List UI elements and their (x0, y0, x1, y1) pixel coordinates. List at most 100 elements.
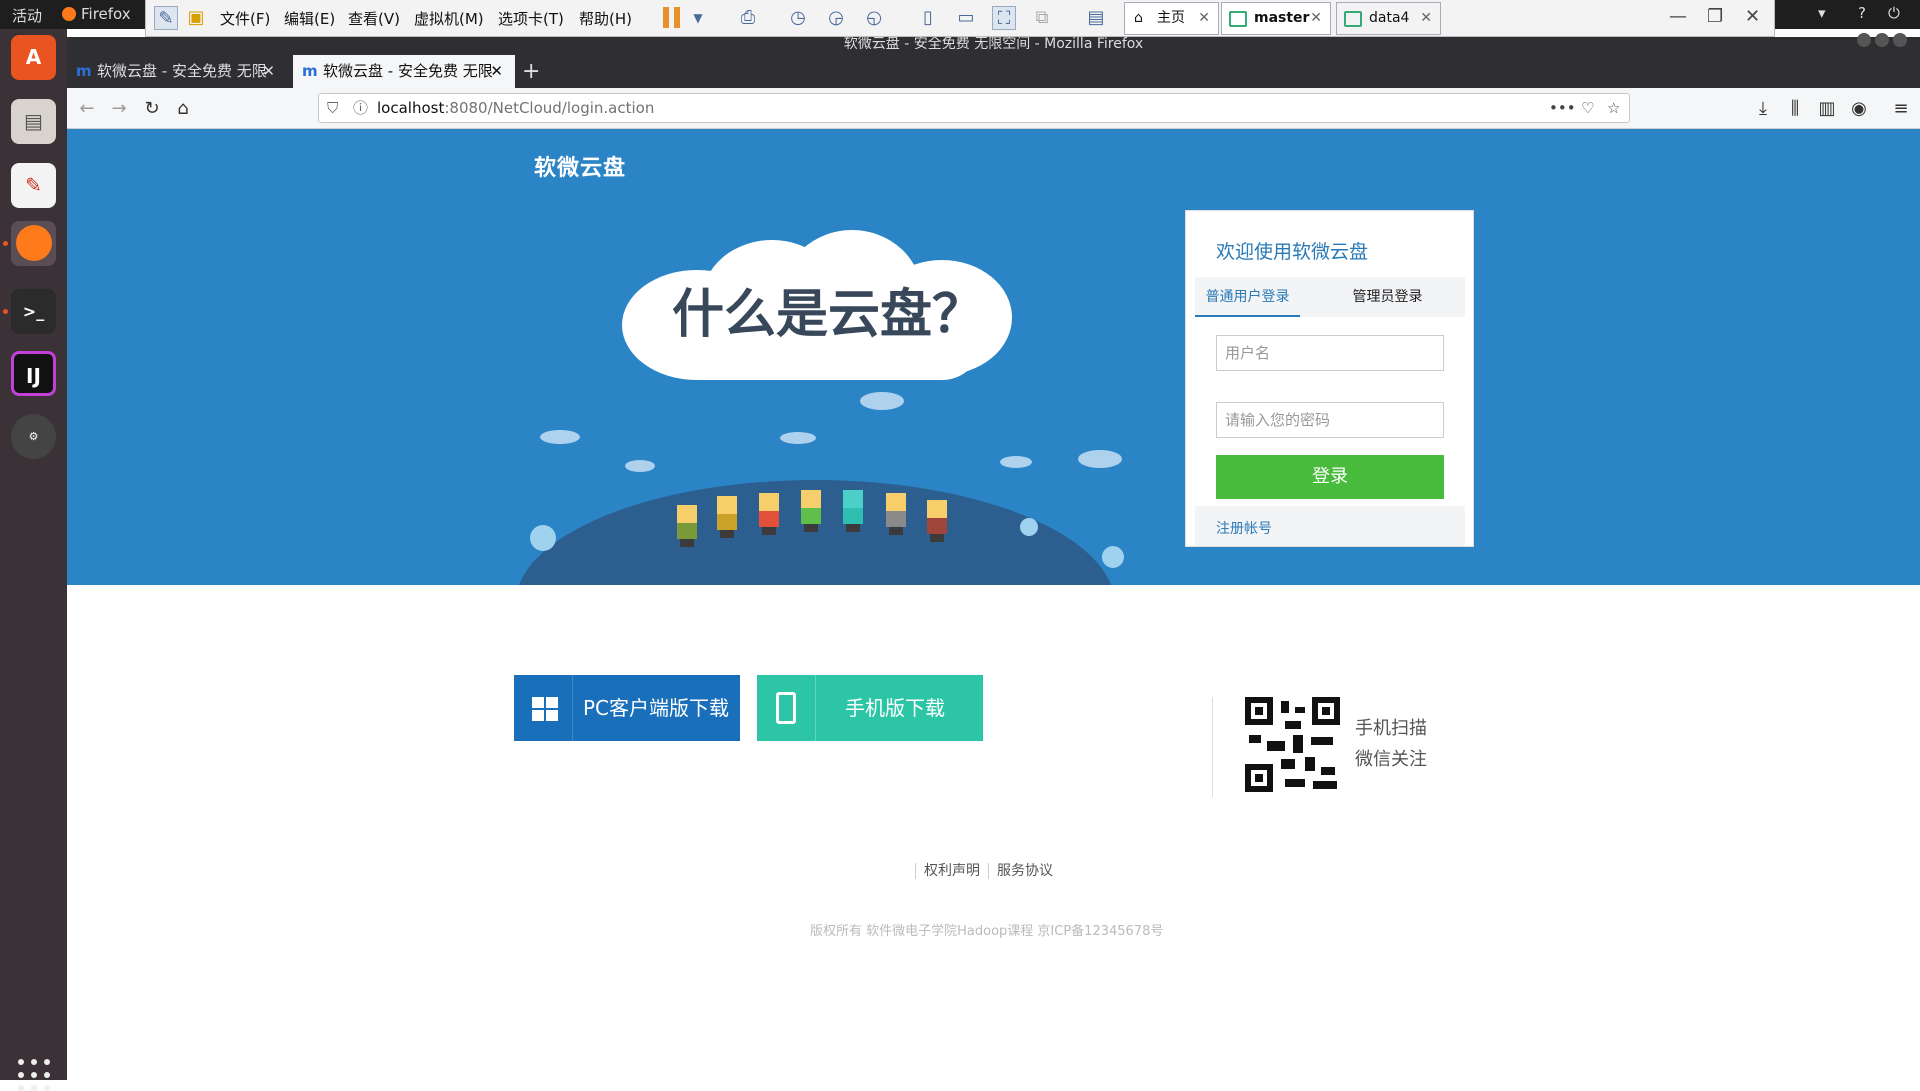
menu-tabs[interactable]: 选项卡(T) (498, 8, 564, 29)
firefox-icon (62, 7, 76, 21)
close-tab-icon[interactable]: ✕ (262, 55, 275, 88)
rights-link[interactable]: 权利声明 (915, 863, 988, 879)
close-tab-icon[interactable]: ✕ (490, 55, 503, 88)
close-window-button[interactable] (1893, 33, 1907, 47)
site-logo[interactable]: 软微云盘 (534, 150, 626, 182)
vm-tab-home[interactable]: ⌂ 主页 ✕ (1124, 2, 1219, 35)
vm-tab-label: data4 (1369, 10, 1410, 26)
windows-icon (514, 675, 573, 741)
new-tab-button[interactable]: + (522, 55, 540, 88)
software-center-icon[interactable]: A (11, 35, 56, 80)
small-cloud (625, 460, 655, 472)
forward-button[interactable]: → (108, 98, 130, 120)
network-icon[interactable]: ▾ (1818, 4, 1826, 22)
menu-help[interactable]: 帮助(H) (579, 8, 632, 29)
minimize-window-button[interactable] (1857, 33, 1871, 47)
snapshot-manager-icon[interactable]: ◵ (862, 6, 886, 30)
close-tab-icon[interactable]: ✕ (1198, 3, 1210, 34)
small-cloud (860, 392, 904, 410)
url-bar[interactable]: ⛉ ⓘ localhost:8080/NetCloud/login.action… (318, 93, 1630, 123)
login-button[interactable]: 登录 (1216, 455, 1444, 499)
tree-illustration (530, 525, 556, 551)
menu-vm[interactable]: 虚拟机(M) (414, 8, 484, 29)
vm-tab-master[interactable]: master ✕ (1221, 2, 1331, 35)
mobile-download-button[interactable]: 手机版下载 (757, 675, 983, 741)
menu-view[interactable]: 查看(V) (348, 8, 400, 29)
show-library-icon[interactable]: ▯ (916, 6, 940, 30)
phone-icon (757, 675, 816, 741)
tab-label: 软微云盘 - 安全免费 无限 (323, 62, 493, 80)
browser-tab-2[interactable]: m 软微云盘 - 安全免费 无限 ✕ (293, 55, 515, 88)
close-tab-icon[interactable]: ✕ (1420, 3, 1432, 34)
fullscreen-icon[interactable]: ⛶ (992, 6, 1016, 30)
maximize-window-button[interactable] (1875, 33, 1889, 47)
app-menu[interactable]: Firefox (62, 5, 131, 23)
sidebar-icon[interactable]: ▥ (1816, 98, 1838, 120)
vm-minimize-icon[interactable]: — (1669, 6, 1687, 27)
activities-button[interactable]: 活动 (12, 5, 42, 26)
thumbnail-bar-icon[interactable]: ▭ (954, 6, 978, 30)
show-applications-icon[interactable] (18, 1059, 50, 1091)
pc-download-button[interactable]: PC客户端版下载 (514, 675, 740, 741)
firefox-dock-icon[interactable] (11, 221, 56, 266)
unity-icon[interactable]: ⧉ (1030, 6, 1054, 30)
ubuntu-dock: A ▤ ✎ >_ IJ ⚙ (0, 29, 67, 1091)
vm-close-icon[interactable]: ✕ (1745, 6, 1760, 27)
revert-snapshot-icon[interactable]: ◶ (824, 6, 848, 30)
back-button[interactable]: ← (76, 98, 98, 120)
info-icon[interactable]: ⓘ (353, 94, 368, 122)
library-icon[interactable]: ⫼ (1784, 98, 1806, 120)
small-cloud (1000, 456, 1032, 468)
pocket-icon[interactable]: ♡ (1581, 94, 1594, 122)
favicon-icon: m (302, 62, 318, 80)
qr-caption: 手机扫描 微信关注 (1355, 713, 1427, 775)
intellij-icon[interactable]: IJ (11, 351, 56, 396)
page-actions-icon[interactable]: ••• (1549, 94, 1576, 122)
send-ctrl-alt-del-icon[interactable]: ⎙ (736, 6, 760, 30)
url-path: :8080/NetCloud/login.action (444, 99, 655, 117)
password-field[interactable]: 请输入您的密码 (1216, 402, 1444, 438)
home-icon: ⌂ (1134, 10, 1143, 26)
vm-restore-icon[interactable]: ❐ (1707, 6, 1723, 27)
browser-tab-1[interactable]: m 软微云盘 - 安全免费 无限 ✕ (67, 55, 287, 88)
menu-edit[interactable]: 编辑(E) (284, 8, 335, 29)
downloads-icon[interactable]: ⤓ (1752, 98, 1774, 120)
character-illustration (716, 496, 738, 538)
files-icon[interactable]: ▤ (11, 99, 56, 144)
vmware-logo-icon: ▣ (187, 7, 205, 28)
java-ee-ide-icon[interactable]: ⚙ (11, 414, 56, 459)
register-link[interactable]: 注册帐号 (1216, 518, 1272, 538)
tab-admin-login[interactable]: 管理员登录 (1335, 277, 1440, 317)
terms-link[interactable]: 服务协议 (988, 863, 1061, 879)
cloud-heading: 什么是云盘？ (672, 285, 985, 345)
qr-caption-line2: 微信关注 (1355, 749, 1427, 770)
bookmark-star-icon[interactable]: ☆ (1607, 94, 1620, 122)
home-button[interactable]: ⌂ (172, 98, 194, 120)
tree-illustration (1102, 546, 1124, 568)
volume-icon[interactable]: ? (1858, 4, 1866, 22)
account-icon[interactable]: ◉ (1848, 98, 1870, 120)
menu-icon[interactable]: ≡ (1890, 98, 1912, 120)
snapshot-icon[interactable]: ◷ (786, 6, 810, 30)
reload-button[interactable]: ↻ (141, 98, 163, 120)
tab-user-login[interactable]: 普通用户登录 (1195, 277, 1300, 317)
close-tab-icon[interactable]: ✕ (1310, 3, 1322, 34)
terminal-icon[interactable]: >_ (11, 289, 56, 334)
character-illustration (926, 500, 948, 542)
vm-tab-data4[interactable]: data4 ✕ (1336, 2, 1441, 35)
console-view-icon[interactable]: ▤ (1084, 6, 1108, 30)
text-editor-icon[interactable]: ✎ (11, 163, 56, 208)
shield-icon[interactable]: ⛉ (327, 94, 338, 122)
small-cloud (1078, 450, 1122, 468)
pause-dropdown-icon[interactable]: ▼ (686, 6, 710, 30)
power-icon[interactable]: ⏻ (1888, 4, 1900, 22)
login-tabs: 普通用户登录 管理员登录 (1195, 277, 1465, 317)
vm-tab-label: 主页 (1157, 10, 1185, 26)
vm-icon (1344, 11, 1362, 27)
pause-icon[interactable] (663, 7, 680, 28)
menu-file[interactable]: 文件(F) (220, 8, 270, 29)
mobile-download-label: 手机版下载 (845, 696, 945, 720)
username-field[interactable]: 用户名 (1216, 335, 1444, 371)
small-cloud (780, 432, 816, 444)
pin-icon[interactable]: ✎ (154, 6, 178, 30)
